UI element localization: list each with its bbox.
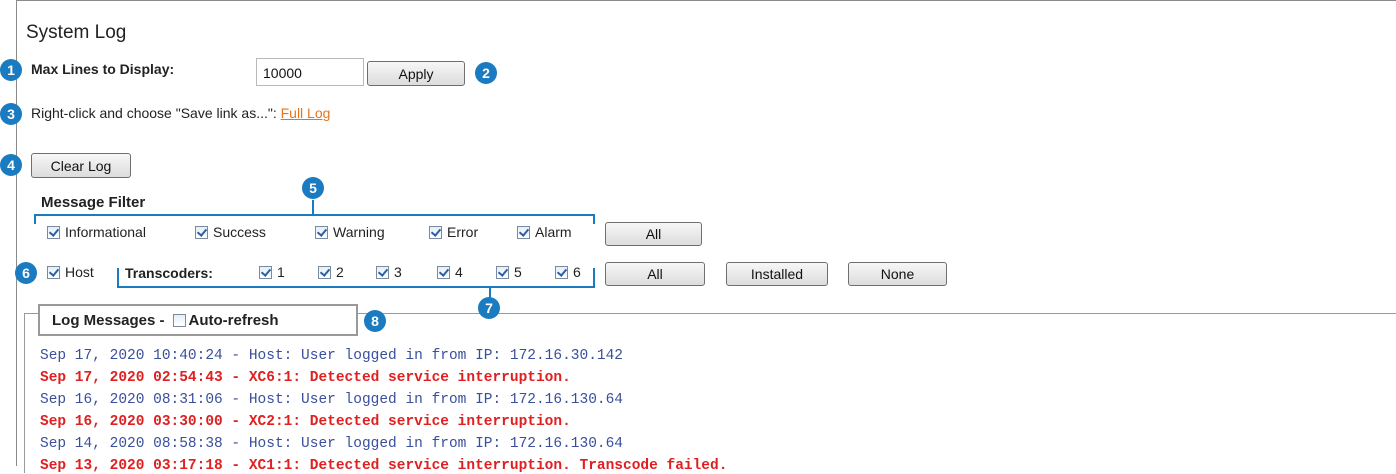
- filter-error-label: Error: [447, 224, 479, 240]
- filter-informational-label: Informational: [65, 224, 146, 240]
- log-line: Sep 16, 2020 03:30:00 - XC2:1: Detected …: [40, 414, 571, 430]
- transcoder-4-checkbox[interactable]: [437, 266, 450, 279]
- source-host-checkbox[interactable]: [47, 266, 60, 279]
- transcoder-6-checkbox[interactable]: [555, 266, 568, 279]
- sources-installed-button[interactable]: Installed: [726, 262, 828, 286]
- transcoder-5-label: 5: [514, 264, 522, 280]
- filter-success[interactable]: Success: [195, 224, 266, 240]
- max-lines-input[interactable]: 10000: [256, 58, 364, 86]
- sources-all-button[interactable]: All: [605, 262, 705, 286]
- filter-warning[interactable]: Warning: [315, 224, 385, 240]
- save-link-row: Right-click and choose "Save link as..."…: [31, 105, 330, 121]
- log-panel-border-left: [24, 313, 25, 473]
- full-log-link[interactable]: Full Log: [281, 105, 331, 121]
- log-line: Sep 17, 2020 02:54:43 - XC6:1: Detected …: [40, 370, 571, 386]
- transcoder-1-checkbox[interactable]: [259, 266, 272, 279]
- transcoder-5[interactable]: 5: [496, 264, 522, 280]
- sources-none-button[interactable]: None: [848, 262, 947, 286]
- filter-error[interactable]: Error: [429, 224, 478, 240]
- message-filter-bracket-stem: [312, 200, 314, 214]
- auto-refresh-label[interactable]: Auto-refresh: [189, 312, 279, 329]
- transcoder-6[interactable]: 6: [555, 264, 581, 280]
- transcoder-3-checkbox[interactable]: [376, 266, 389, 279]
- transcoder-3[interactable]: 3: [376, 264, 402, 280]
- callout-marker: 8: [364, 310, 386, 332]
- clear-log-button[interactable]: Clear Log: [31, 153, 131, 178]
- log-line: Sep 16, 2020 08:31:06 - Host: User logge…: [40, 392, 623, 408]
- save-link-prefix: Right-click and choose "Save link as..."…: [31, 105, 277, 121]
- message-filter-bracket: [34, 214, 595, 224]
- apply-button[interactable]: Apply: [367, 61, 465, 86]
- transcoders-bracket: [117, 268, 595, 288]
- callout-marker: 2: [475, 62, 497, 84]
- transcoder-4[interactable]: 4: [437, 264, 463, 280]
- filter-warning-label: Warning: [333, 224, 385, 240]
- page-frame-top: [16, 0, 1396, 1]
- callout-marker: 5: [302, 177, 324, 199]
- log-line: Sep 14, 2020 08:58:38 - Host: User logge…: [40, 436, 623, 452]
- transcoder-6-label: 6: [573, 264, 581, 280]
- transcoder-4-label: 4: [455, 264, 463, 280]
- auto-refresh-checkbox[interactable]: [172, 313, 186, 327]
- callout-marker: 6: [15, 262, 37, 284]
- filter-warning-checkbox[interactable]: [315, 226, 328, 239]
- transcoder-1-label: 1: [277, 264, 285, 280]
- transcoder-1[interactable]: 1: [259, 264, 285, 280]
- filter-alarm-label: Alarm: [535, 224, 572, 240]
- source-host-label: Host: [65, 264, 94, 280]
- source-host[interactable]: Host: [47, 264, 94, 280]
- filter-success-checkbox[interactable]: [195, 226, 208, 239]
- log-messages-legend: Log Messages - Auto-refresh: [38, 304, 358, 336]
- filter-success-label: Success: [213, 224, 266, 240]
- filter-informational[interactable]: Informational: [47, 224, 146, 240]
- log-line: Sep 13, 2020 03:17:18 - XC1:1: Detected …: [40, 458, 728, 474]
- transcoder-3-label: 3: [394, 264, 402, 280]
- callout-marker: 3: [0, 103, 22, 125]
- log-line: Sep 17, 2020 10:40:24 - Host: User logge…: [40, 348, 623, 364]
- callout-marker: 7: [478, 297, 500, 319]
- transcoder-5-checkbox[interactable]: [496, 266, 509, 279]
- callout-marker: 4: [0, 154, 22, 176]
- filter-informational-checkbox[interactable]: [47, 226, 60, 239]
- filter-alarm[interactable]: Alarm: [517, 224, 572, 240]
- filter-alarm-checkbox[interactable]: [517, 226, 530, 239]
- max-lines-label: Max Lines to Display:: [31, 61, 175, 77]
- callout-marker: 1: [0, 59, 22, 81]
- page-title: System Log: [26, 22, 127, 43]
- transcoder-2[interactable]: 2: [318, 264, 344, 280]
- transcoder-2-checkbox[interactable]: [318, 266, 331, 279]
- filter-all-button[interactable]: All: [605, 222, 702, 246]
- message-filter-heading: Message Filter: [41, 194, 146, 211]
- filter-error-checkbox[interactable]: [429, 226, 442, 239]
- transcoder-2-label: 2: [336, 264, 344, 280]
- log-messages-title: Log Messages -: [52, 311, 165, 329]
